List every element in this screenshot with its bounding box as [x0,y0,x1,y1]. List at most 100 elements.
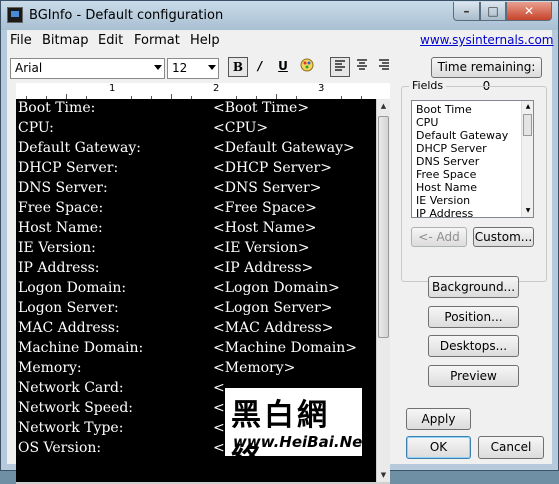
minimize-button[interactable]: – [453,2,480,21]
fields-scrollbar-thumb[interactable] [523,114,532,136]
italic-button[interactable]: / [250,57,270,77]
apply-button[interactable]: Apply [406,408,471,430]
fields-list-item[interactable]: Host Name [416,181,477,194]
editor-row: CPU: <CPU> [18,120,268,140]
field-placeholder: <Memory> [213,360,296,376]
font-select-value: Arial [15,61,43,75]
field-placeholder: < [213,420,225,436]
menu-bar: File Bitmap Edit Format Help www.sysinte… [7,30,554,50]
field-label: CPU: [18,120,54,136]
editor-row: Logon Server: <Logon Server> [18,300,333,320]
bginfo-window: BGInfo - Default configuration – □ ✕ Fil… [0,0,559,484]
field-label: OS Version: [18,440,102,456]
window-title: BGInfo - Default configuration [29,8,224,23]
ruler-number: 1 [109,83,116,94]
background-button[interactable]: Background... [428,276,519,298]
field-label: Host Name: [18,220,103,236]
menu-bitmap[interactable]: Bitmap [42,33,89,48]
scroll-down-arrow-icon[interactable]: ▼ [522,205,533,217]
format-toolbar: Arial 12 B / U Time remaining: 0 [7,52,552,93]
palette-icon [300,58,314,72]
align-left-button[interactable] [330,57,350,77]
fields-list-item[interactable]: Boot Time [416,103,472,116]
field-label: Network Speed: [18,400,134,416]
fields-scrollbar[interactable]: ▲ ▼ [521,101,533,217]
field-placeholder: <Logon Domain> [213,280,340,296]
fields-list-item[interactable]: IP Address [416,207,473,217]
fields-list-item[interactable]: Free Space [416,168,476,181]
fields-listbox[interactable]: IP Address IE Version Host Name Free Space D… [411,100,534,218]
align-center-icon [357,59,367,70]
menu-format[interactable]: Format [134,33,180,48]
menu-help[interactable]: Help [190,33,220,48]
custom-field-button[interactable]: Custom... [473,227,534,247]
scroll-up-arrow-icon[interactable]: ▲ [377,99,390,113]
ok-button[interactable]: OK [406,436,471,459]
scroll-down-arrow-icon[interactable]: ▼ [377,468,390,482]
field-label: Default Gateway: [18,140,142,156]
fields-list-item[interactable]: DHCP Server [416,142,487,155]
field-placeholder: <Machine Domain> [213,340,357,356]
cancel-button[interactable]: Cancel [478,436,544,459]
editor-vertical-scrollbar[interactable]: ▲ ▼ [376,99,390,482]
field-label: IE Version: [18,240,96,256]
editor-row: Host Name: <Host Name> [18,220,317,240]
editor-row: Free Space: <Free Space> [18,200,317,220]
scrollbar-thumb[interactable] [378,116,389,338]
add-field-button[interactable]: <- Add [411,227,467,247]
time-remaining-button[interactable]: Time remaining: 0 [431,57,542,93]
menu-edit[interactable]: Edit [98,33,123,48]
sysinternals-link[interactable]: www.sysinternals.com [420,33,554,47]
position-button[interactable]: Position... [428,306,519,328]
align-right-button[interactable] [374,57,394,77]
field-placeholder: <Default Gateway> [213,140,355,156]
watermark-logo: 黑白網絡 www.HeiBai.Net [225,388,369,477]
title-bar[interactable]: BGInfo - Default configuration – □ ✕ [1,1,558,30]
field-label: Machine Domain: [18,340,144,356]
scroll-up-arrow-icon[interactable]: ▲ [522,101,533,113]
close-button[interactable]: ✕ [506,2,552,21]
bold-button[interactable]: B [228,57,248,77]
color-picker-button[interactable] [297,57,317,77]
ruler-number: 3 [318,83,325,94]
editor-row: Network Speed: < [18,400,225,420]
align-left-icon [335,60,345,71]
editor-row: DHCP Server: <DHCP Server> [18,160,332,180]
field-label: Free Space: [18,200,104,216]
field-placeholder: <Free Space> [213,200,317,216]
field-placeholder: <Logon Server> [213,300,333,316]
field-label: DNS Server: [18,180,108,196]
fields-list-item[interactable]: CPU [416,116,438,129]
field-placeholder: <Boot Time> [213,100,310,116]
font-size-select[interactable]: 12 [167,58,219,79]
client-area: File Bitmap Edit Format Help www.sysinte… [7,30,554,484]
watermark-url: www.HeiBai.Net [233,433,370,451]
chevron-down-icon [154,65,162,70]
font-size-value: 12 [172,61,188,75]
editor-row: Machine Domain: <Machine Domain> [18,340,357,360]
underline-button[interactable]: U [273,57,293,77]
editor-row: Boot Time: <Boot Time> [18,100,309,120]
field-label: Memory: [18,360,82,376]
desktops-button[interactable]: Desktops... [428,335,519,357]
font-select[interactable]: Arial [10,58,165,79]
editor-row: Logon Domain: <Logon Domain> [18,280,340,300]
field-label: IP Address: [18,260,100,276]
field-placeholder: <DHCP Server> [213,160,332,176]
field-label: MAC Address: [18,320,120,336]
field-label: Logon Server: [18,300,119,316]
maximize-button[interactable]: □ [480,2,506,21]
menu-file[interactable]: File [10,33,32,48]
editor-row: IE Version: <IE Version> [18,240,310,260]
field-placeholder: < [213,400,225,416]
fields-list-item[interactable]: Default Gateway [416,129,508,142]
editor-row: Default Gateway: <Default Gateway> [18,140,355,160]
editor-row: Network Card: < [18,380,225,400]
editor-row: Memory: <Memory> [18,360,295,380]
fields-list-item[interactable]: IE Version [416,194,470,207]
field-placeholder: <DNS Server> [213,180,322,196]
preview-button[interactable]: Preview [428,365,519,387]
align-center-button[interactable] [352,57,372,77]
fields-list-item[interactable]: DNS Server [416,155,479,168]
field-placeholder: <CPU> [213,120,269,136]
